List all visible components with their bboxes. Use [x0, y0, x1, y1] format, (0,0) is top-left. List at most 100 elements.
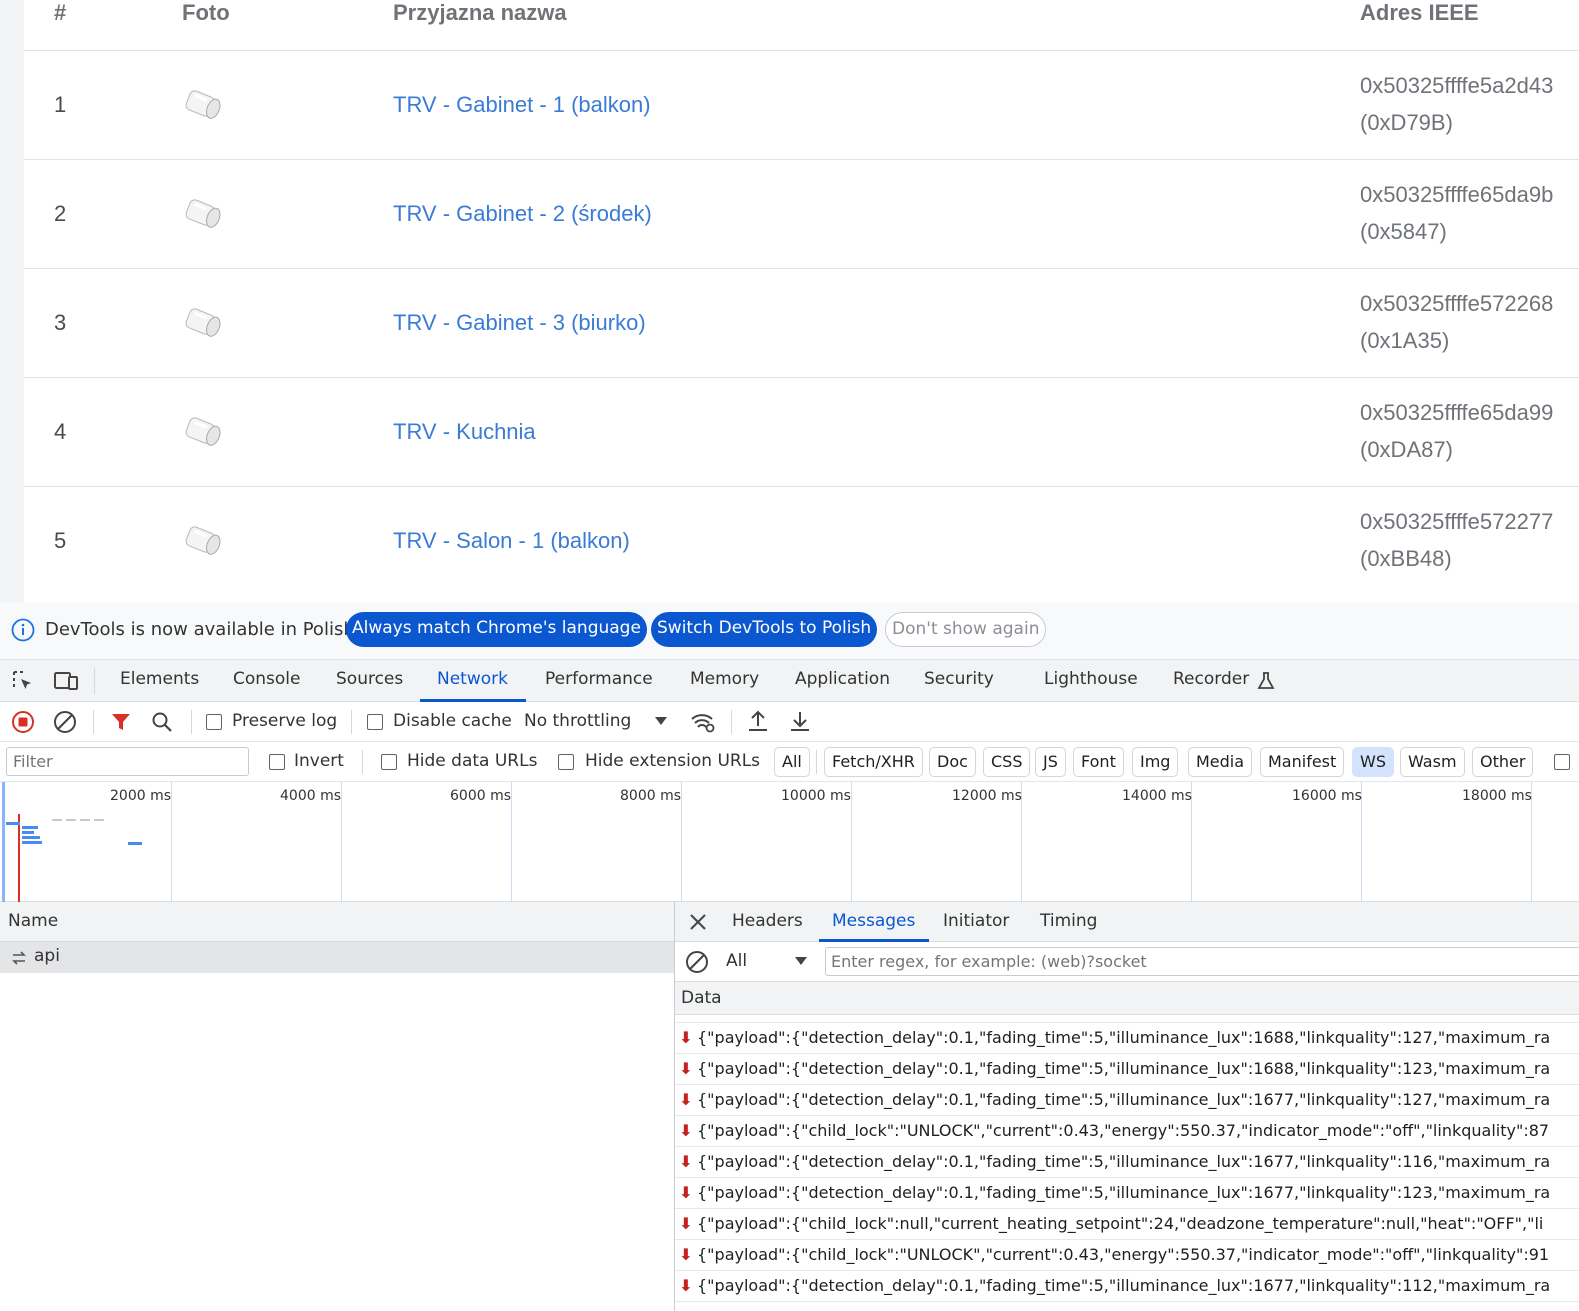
ieee-address: 0x50325ffffe5a2d43: [1360, 73, 1554, 98]
device-name-link[interactable]: TRV - Gabinet - 3 (biurko): [393, 310, 646, 336]
tab-application[interactable]: Application: [795, 669, 890, 689]
network-conditions-icon[interactable]: [690, 710, 716, 734]
switch-language-button[interactable]: Switch DevTools to Polish: [651, 612, 878, 647]
timeline-gridline: [171, 782, 172, 902]
type-filter-manifest[interactable]: Manifest: [1260, 747, 1345, 777]
network-address: (0x5847): [1360, 219, 1447, 244]
tab-performance[interactable]: Performance: [545, 669, 653, 689]
row-divider: [24, 159, 1579, 160]
toolbar-separator: [731, 710, 732, 734]
tab-console[interactable]: Console: [233, 669, 301, 689]
tab-security[interactable]: Security: [924, 669, 994, 689]
timeline-gridline: [341, 782, 342, 902]
row-number: 3: [54, 310, 67, 335]
filter-icon[interactable]: [110, 710, 132, 734]
match-language-button[interactable]: Always match Chrome's language: [346, 612, 647, 647]
invert-checkbox[interactable]: [269, 754, 285, 770]
import-har-icon[interactable]: [746, 709, 770, 733]
received-arrow-icon: ⬇: [679, 1214, 693, 1233]
message-row[interactable]: ⬇ {"payload":{"detection_delay":0.1,"fadi…: [675, 1054, 1579, 1085]
message-data: {"payload":{"detection_delay":0.1,"fadin…: [697, 1090, 1551, 1109]
tab-lighthouse[interactable]: Lighthouse: [1044, 669, 1138, 689]
message-row[interactable]: ⬇ {"payload":{"detection_delay":0.1,"fadi…: [675, 1023, 1579, 1054]
device-name-link[interactable]: TRV - Gabinet - 2 (środek): [393, 201, 652, 227]
timeline-gridline: [681, 782, 682, 902]
network-address: (0x1A35): [1360, 328, 1450, 353]
type-filter-ws[interactable]: WS: [1352, 747, 1394, 777]
tab-timing[interactable]: Timing: [1040, 911, 1097, 931]
infobar-message: DevTools is now available in Polish!: [45, 619, 362, 640]
tab-sources[interactable]: Sources: [336, 669, 403, 689]
type-filter-doc[interactable]: Doc: [929, 747, 976, 777]
message-row-partial[interactable]: [675, 1015, 1579, 1023]
timeline-selection-handle[interactable]: [2, 782, 5, 902]
toolbar-separator: [94, 668, 95, 694]
received-arrow-icon: ⬇: [679, 1245, 693, 1264]
inspect-element-icon[interactable]: [11, 669, 35, 693]
message-regex-input[interactable]: [825, 947, 1579, 976]
request-row[interactable]: api: [0, 942, 674, 973]
message-row[interactable]: ⬇ {"payload":{"detection_delay":0.1,"fadi…: [675, 1178, 1579, 1209]
type-filter-all[interactable]: All: [774, 747, 810, 777]
request-detail-pane: Headers Messages Initiator Timing All Da…: [675, 902, 1579, 1311]
devtools-tab-bar: Elements Console Sources Network Perform…: [0, 660, 1579, 702]
blocked-requests-checkbox[interactable]: [1554, 754, 1570, 770]
received-arrow-icon: ⬇: [679, 1090, 693, 1109]
type-filter-wasm[interactable]: Wasm: [1400, 747, 1465, 777]
disable-cache-checkbox[interactable]: [367, 714, 383, 730]
search-icon[interactable]: [150, 710, 174, 734]
message-row[interactable]: ⬇ {"payload":{"detection_delay":0.1,"fadi…: [675, 1147, 1579, 1178]
timeline-tick: 8000 ms: [620, 788, 682, 804]
type-filter-fetch-xhr[interactable]: Fetch/XHR: [824, 747, 923, 777]
hide-data-urls-checkbox[interactable]: [381, 754, 397, 770]
message-row[interactable]: ⬇ {"payload":{"child_lock":"UNLOCK","curr…: [675, 1240, 1579, 1271]
type-filter-js[interactable]: JS: [1035, 747, 1066, 777]
message-data: {"payload":{"child_lock":"UNLOCK","curre…: [697, 1245, 1550, 1264]
tab-elements[interactable]: Elements: [120, 669, 199, 689]
thermostat-photo: [185, 417, 221, 446]
ieee-address: 0x50325ffffe572268: [1360, 291, 1554, 316]
type-filter-img[interactable]: Img: [1132, 747, 1179, 777]
type-filter-other[interactable]: Other: [1472, 747, 1534, 777]
column-name-header[interactable]: Name: [8, 911, 58, 931]
request-list-header: Name: [0, 902, 674, 942]
filter-input[interactable]: [6, 747, 249, 776]
message-row[interactable]: ⬇ {"payload":{"child_lock":"UNLOCK","curr…: [675, 1116, 1579, 1147]
message-row[interactable]: ⬇ {"payload":{"child_lock":null,"current_…: [675, 1209, 1579, 1240]
data-column-header: Data: [681, 988, 722, 1008]
device-name-link[interactable]: TRV - Salon - 1 (balkon): [393, 528, 630, 554]
clear-messages-icon[interactable]: [685, 950, 709, 974]
tab-headers[interactable]: Headers: [732, 911, 803, 931]
row-number: 2: [54, 201, 67, 226]
message-data: {"payload":{"detection_delay":0.1,"fadin…: [697, 1152, 1551, 1171]
network-filter-bar: Invert Hide data URLs Hide extension URL…: [0, 742, 1579, 782]
chevron-down-icon[interactable]: [654, 715, 668, 727]
detail-tab-bar: Headers Messages Initiator Timing: [675, 902, 1579, 942]
type-filter-font[interactable]: Font: [1073, 747, 1124, 777]
clear-icon[interactable]: [53, 710, 77, 734]
device-toolbar-icon[interactable]: [53, 669, 79, 693]
hide-extension-urls-checkbox[interactable]: [558, 754, 574, 770]
dont-show-again-button[interactable]: Don't show again: [885, 612, 1047, 647]
message-filter-select[interactable]: All: [726, 951, 747, 971]
message-row[interactable]: ⬇ {"payload":{"detection_delay":0.1,"fadi…: [675, 1085, 1579, 1116]
chevron-down-icon[interactable]: [794, 955, 808, 967]
export-har-icon[interactable]: [788, 709, 812, 733]
disable-cache-label: Disable cache: [393, 711, 512, 731]
close-icon[interactable]: [689, 913, 707, 931]
row-divider: [24, 268, 1579, 269]
message-row[interactable]: ⬇ {"payload":{"detection_delay":0.1,"fadi…: [675, 1271, 1579, 1302]
tab-initiator[interactable]: Initiator: [943, 911, 1009, 931]
type-filter-css[interactable]: CSS: [983, 747, 1031, 777]
type-filter-media[interactable]: Media: [1188, 747, 1253, 777]
tab-messages[interactable]: Messages: [832, 911, 915, 931]
tab-network[interactable]: Network: [437, 669, 508, 689]
toolbar-separator: [362, 750, 363, 774]
tab-memory[interactable]: Memory: [690, 669, 759, 689]
throttling-select[interactable]: No throttling: [524, 711, 631, 731]
device-name-link[interactable]: TRV - Gabinet - 1 (balkon): [393, 92, 651, 118]
tab-recorder[interactable]: Recorder: [1173, 669, 1249, 689]
stop-recording-icon[interactable]: [11, 710, 35, 734]
preserve-log-checkbox[interactable]: [206, 714, 222, 730]
device-name-link[interactable]: TRV - Kuchnia: [393, 419, 536, 445]
